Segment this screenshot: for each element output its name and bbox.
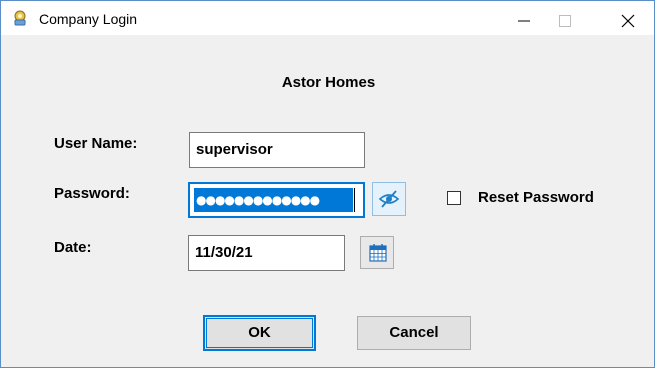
title-bar[interactable]: Company Login xyxy=(1,1,654,35)
close-icon xyxy=(621,14,635,28)
password-masked-text: ●●●●●●●●●●●●● xyxy=(194,188,353,212)
date-label: Date: xyxy=(54,239,92,256)
minimize-icon xyxy=(518,20,530,22)
company-name: Astor Homes xyxy=(281,74,376,91)
username-input[interactable]: supervisor xyxy=(189,132,365,168)
date-picker-button[interactable] xyxy=(360,236,394,269)
maximize-icon xyxy=(559,15,571,27)
maximize-button[interactable] xyxy=(547,1,593,35)
dialog-body: Astor Homes User Name: supervisor Passwo… xyxy=(2,36,653,366)
password-label: Password: xyxy=(54,185,130,202)
calendar-icon xyxy=(369,244,387,262)
window-title: Company Login xyxy=(39,11,138,27)
eye-slash-icon xyxy=(378,190,400,208)
minimize-button[interactable] xyxy=(501,1,547,35)
reset-password-checkbox[interactable] xyxy=(447,191,461,205)
close-button[interactable] xyxy=(605,1,651,35)
show-password-button[interactable] xyxy=(372,182,406,216)
password-input[interactable]: ●●●●●●●●●●●●● xyxy=(188,182,365,218)
text-caret xyxy=(354,188,355,212)
reset-password-label[interactable]: Reset Password xyxy=(478,189,594,206)
cancel-button[interactable]: Cancel xyxy=(357,316,471,350)
app-icon xyxy=(11,9,29,27)
username-label: User Name: xyxy=(54,135,138,152)
date-input[interactable]: 11/30/21 xyxy=(188,235,345,271)
login-dialog: Company Login Astor Homes User Name: sup… xyxy=(0,0,655,368)
ok-button[interactable]: OK xyxy=(203,315,316,351)
